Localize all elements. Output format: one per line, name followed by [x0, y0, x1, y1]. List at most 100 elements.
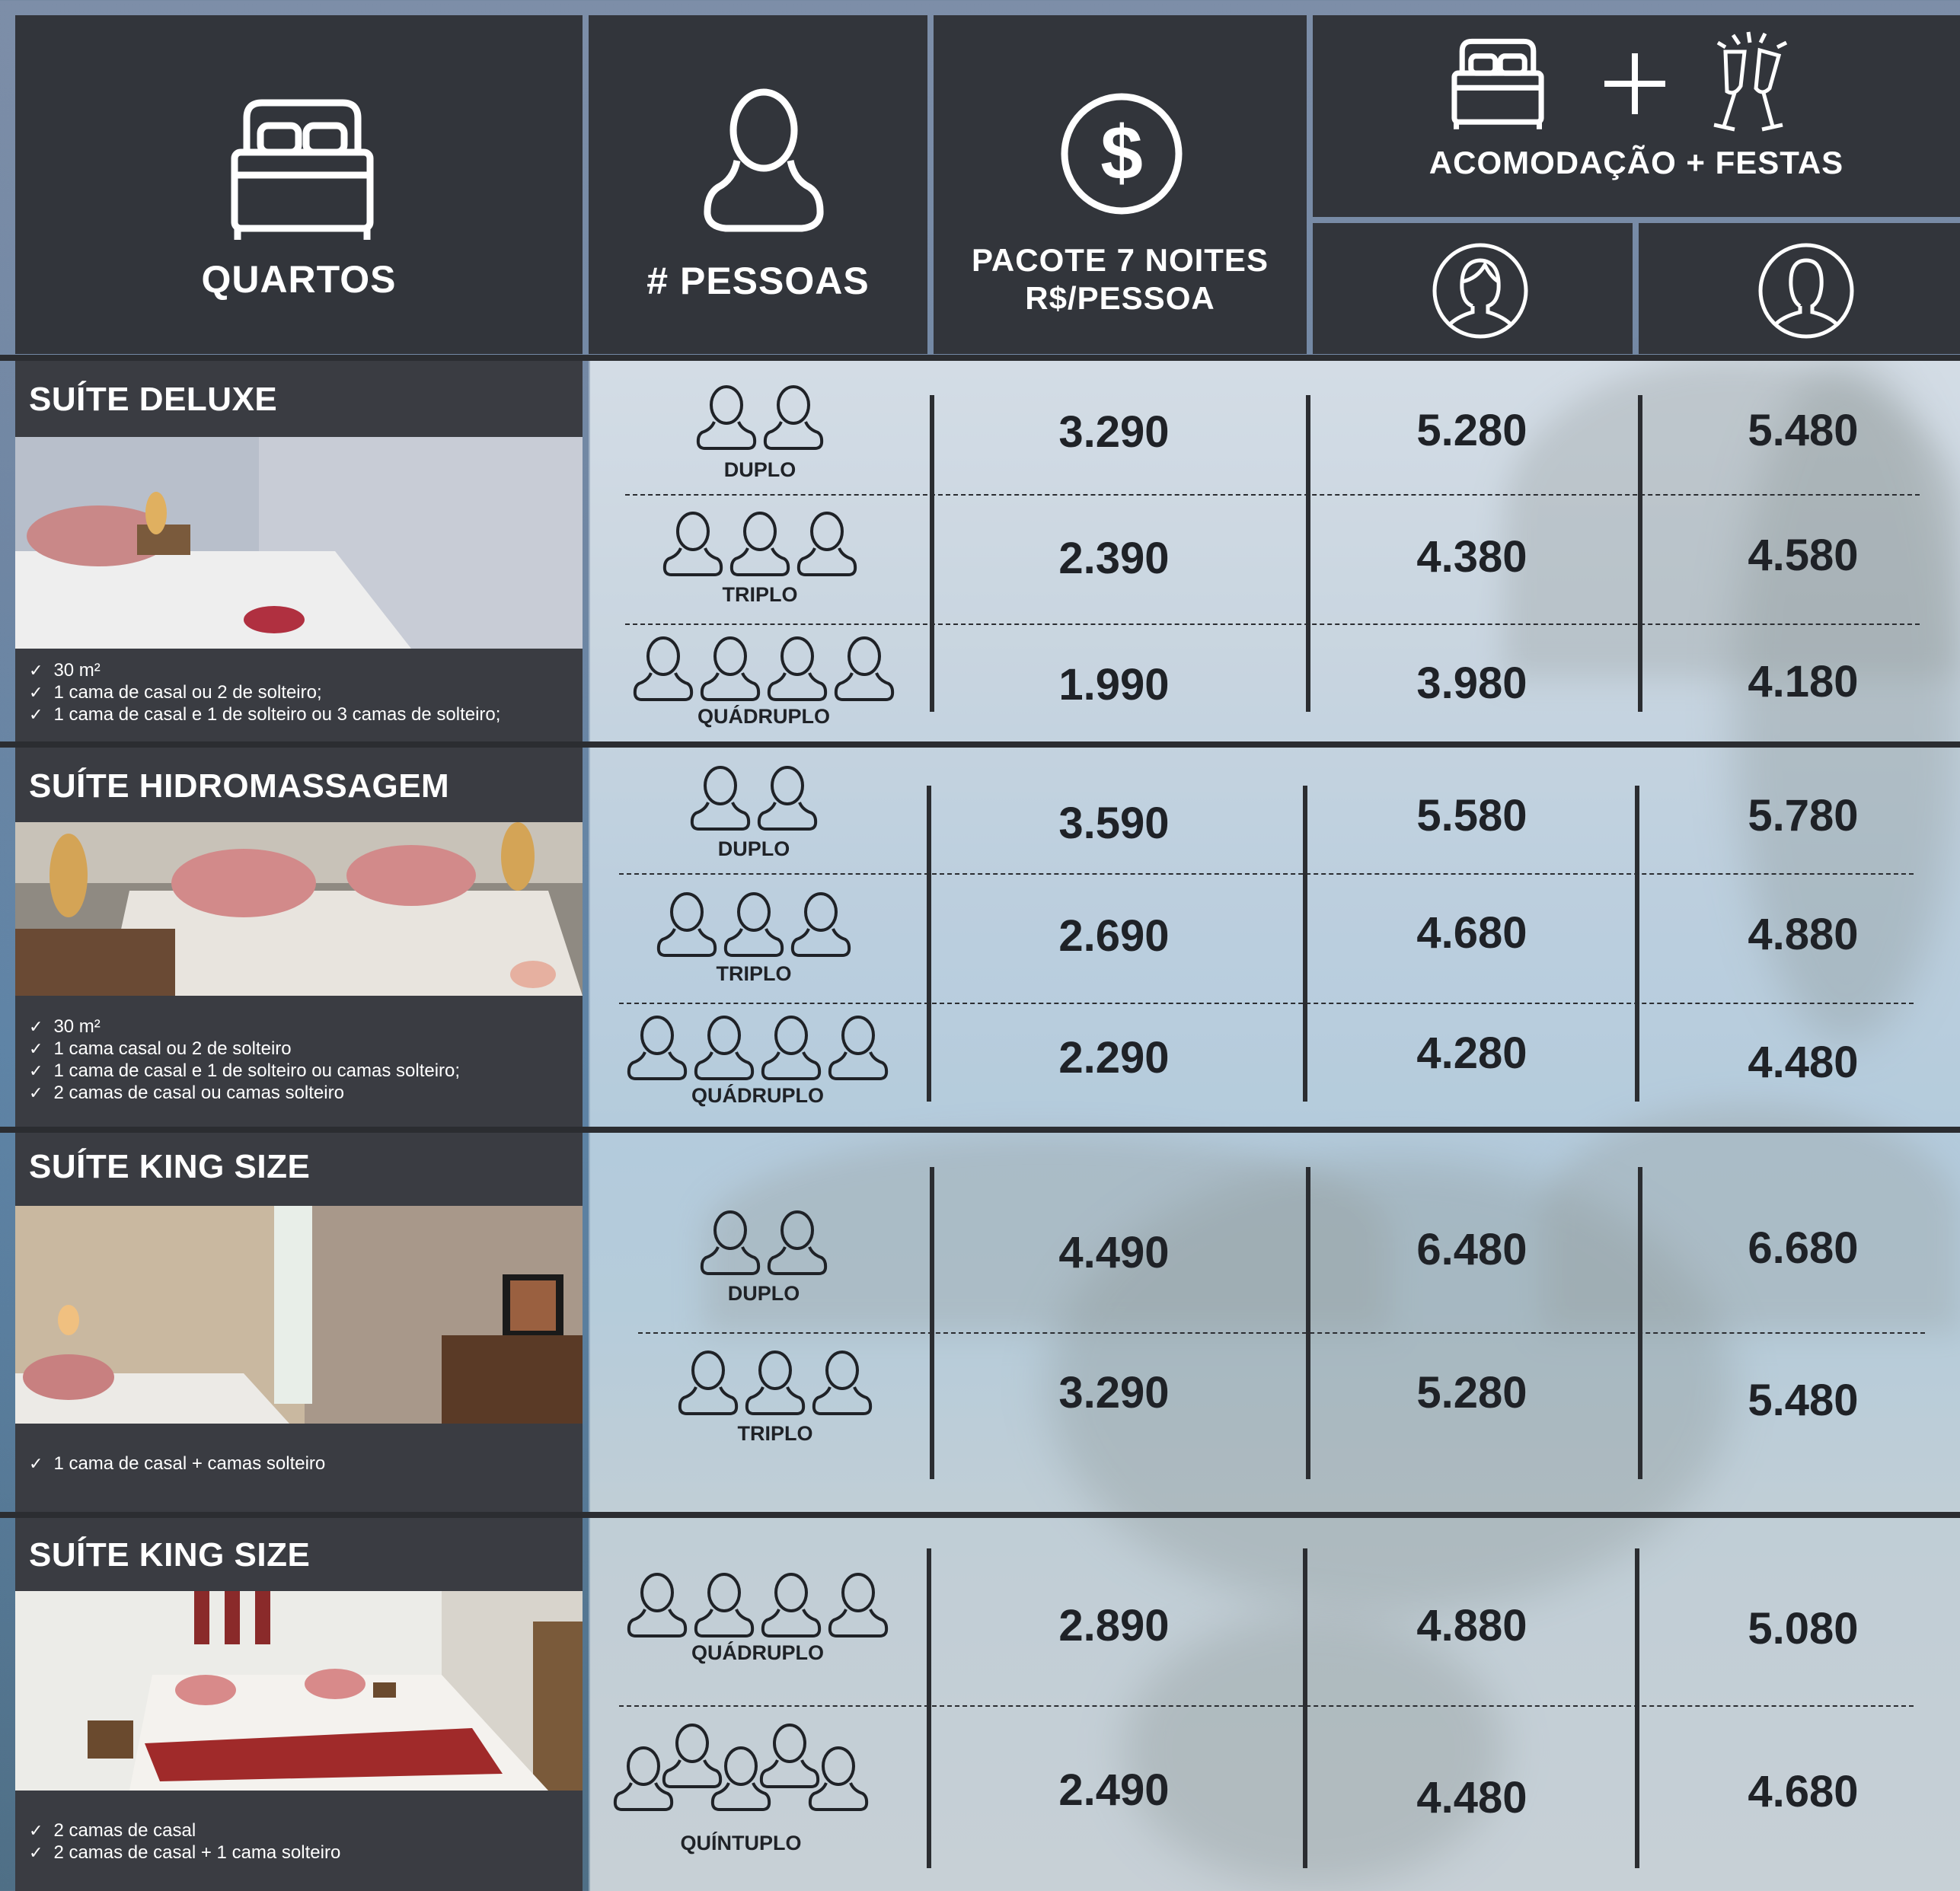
feature-item: 1 cama de casal + camas solteiro [29, 1453, 325, 1475]
occupancy-label: QUÁDRUPLO [691, 1641, 824, 1664]
package-title-line1: PACOTE 7 NOITES [972, 242, 1269, 278]
occupancy-label: QUÍNTUPLO [680, 1832, 802, 1854]
occupancy-label: QUÁDRUPLO [697, 705, 830, 728]
male-price: 4.680 [1748, 1767, 1859, 1816]
room-title: SUÍTE HIDROMASSAGEM [29, 767, 450, 805]
package-price: 2.290 [1058, 1033, 1170, 1083]
package-price: 3.590 [1058, 799, 1170, 848]
header-package: $ PACOTE 7 NOITES R$/PESSOA [934, 15, 1307, 354]
feature-item: 1 cama de casal ou 2 de solteiro; [29, 681, 500, 703]
feature-item: 1 cama de casal e 1 de solteiro ou camas… [29, 1060, 460, 1082]
female-price: 4.280 [1416, 1028, 1527, 1078]
occupancy-label: QUÁDRUPLO [691, 1084, 824, 1107]
bed-icon [1448, 37, 1547, 136]
price-panel: QUÁDRUPLO 2.890 4.880 5.080 QUÍNTUPLO 2.… [589, 1518, 1960, 1891]
room-features: 2 camas de casal 2 camas de casal + 1 ca… [29, 1819, 340, 1864]
price-panel: DUPLO 3.590 5.580 5.780 TRIPLO 2.690 4.6… [589, 748, 1960, 1127]
header-male [1639, 223, 1960, 354]
price-panel: DUPLO 4.490 6.480 6.680 TRIPLO 3.290 5.2… [589, 1133, 1960, 1512]
female-price: 4.480 [1416, 1773, 1527, 1822]
room-photo [15, 822, 583, 996]
occupancy-label: DUPLO [723, 458, 796, 481]
female-avatar-icon [1432, 242, 1529, 343]
female-price: 5.580 [1416, 791, 1527, 840]
male-price: 4.880 [1748, 910, 1859, 959]
room-photo [15, 1206, 583, 1424]
occupancy-label: TRIPLO [716, 962, 792, 985]
male-price: 4.580 [1748, 531, 1859, 580]
people-icons-duplo [623, 384, 897, 451]
package-price: 2.690 [1058, 911, 1170, 961]
female-price: 3.980 [1416, 659, 1527, 708]
package-price: 3.290 [1058, 407, 1170, 457]
room-title: SUÍTE KING SIZE [29, 1148, 311, 1185]
female-price: 4.680 [1416, 908, 1527, 958]
male-avatar-icon [1757, 242, 1855, 343]
male-price: 4.180 [1748, 657, 1859, 706]
feature-item: 2 camas de casal [29, 1819, 340, 1842]
male-price: 5.780 [1748, 791, 1859, 840]
package-price: 2.490 [1058, 1765, 1170, 1815]
feature-item: 1 cama casal ou 2 de solteiro [29, 1038, 460, 1060]
package-price: 2.890 [1058, 1601, 1170, 1650]
male-price: 4.480 [1748, 1038, 1859, 1087]
package-price: 1.990 [1058, 660, 1170, 710]
section-divider [0, 1127, 1960, 1133]
combo-title: ACOMODAÇÃO + FESTAS [1429, 145, 1844, 180]
people-title: # PESSOAS [646, 260, 870, 302]
header-people: # PESSOAS [589, 15, 927, 354]
room-title: SUÍTE KING SIZE [29, 1536, 311, 1574]
male-price: 5.480 [1748, 1376, 1859, 1425]
people-icons-triplo [638, 1349, 912, 1416]
people-icons-triplo [617, 891, 891, 958]
female-price: 5.280 [1416, 1368, 1527, 1417]
header-rooms: QUARTOS [15, 15, 583, 354]
feature-item: 2 camas de casal + 1 cama solteiro [29, 1842, 340, 1864]
male-price: 5.480 [1748, 406, 1859, 455]
occupancy-label: DUPLO [717, 837, 790, 860]
bed-icon [230, 95, 375, 247]
room-card-hidromassagem: SUÍTE HIDROMASSAGEM 30 m² 1 cama casal o… [15, 748, 583, 1127]
people-icons-duplo [617, 764, 891, 831]
male-price: 6.680 [1748, 1223, 1859, 1273]
occupancy-label: TRIPLO [737, 1422, 813, 1445]
feature-item: 30 m² [29, 659, 500, 681]
pricing-table: QUARTOS # PESSOAS $ PACOTE 7 NOITES R$/P… [0, 0, 1960, 1891]
people-icons-triplo [623, 510, 897, 577]
section-divider [0, 1512, 1960, 1518]
package-title-line2: R$/PESSOA [1025, 280, 1215, 316]
room-features: 30 m² 1 cama de casal ou 2 de solteiro; … [29, 659, 500, 725]
rooms-title: QUARTOS [201, 258, 397, 301]
female-price: 6.480 [1416, 1225, 1527, 1274]
package-price: 2.390 [1058, 534, 1170, 583]
room-title: SUÍTE DELUXE [29, 381, 278, 418]
occupancy-label: DUPLO [727, 1282, 800, 1305]
room-features: 30 m² 1 cama casal ou 2 de solteiro 1 ca… [29, 1016, 460, 1104]
occupancy-label: TRIPLO [722, 583, 798, 606]
package-price: 3.290 [1058, 1368, 1170, 1417]
people-icons-quadruplo [575, 1014, 940, 1081]
female-price: 4.880 [1416, 1601, 1527, 1650]
feature-item: 2 camas de casal ou camas solteiro [29, 1082, 460, 1104]
male-price: 5.080 [1748, 1604, 1859, 1653]
people-icons-quadruplo [581, 635, 946, 702]
plus-icon [1601, 49, 1669, 122]
room-card-king-size-1: SUÍTE KING SIZE 1 cama de casal + camas … [15, 1133, 583, 1512]
svg-text:$: $ [1100, 110, 1143, 196]
people-icons-quintuplo [589, 1722, 893, 1812]
room-photo [15, 1591, 583, 1791]
female-price: 5.280 [1416, 406, 1527, 455]
female-price: 4.380 [1416, 532, 1527, 582]
people-icons-duplo [627, 1209, 901, 1276]
feature-item: 30 m² [29, 1016, 460, 1038]
section-divider [0, 741, 1960, 748]
champagne-icon [1703, 29, 1802, 139]
header-combo: ACOMODAÇÃO + FESTAS [1313, 15, 1960, 217]
room-card-king-size-2: SUÍTE KING SIZE 2 camas de casal 2 camas… [15, 1518, 583, 1891]
dollar-icon: $ [1059, 91, 1185, 221]
room-features: 1 cama de casal + camas solteiro [29, 1453, 325, 1475]
room-photo [15, 437, 583, 649]
room-card-deluxe: SUÍTE DELUXE 30 m² 1 cama de casal ou 2 … [15, 361, 583, 741]
feature-item: 1 cama de casal e 1 de solteiro ou 3 cam… [29, 703, 500, 725]
package-price: 4.490 [1058, 1228, 1170, 1277]
